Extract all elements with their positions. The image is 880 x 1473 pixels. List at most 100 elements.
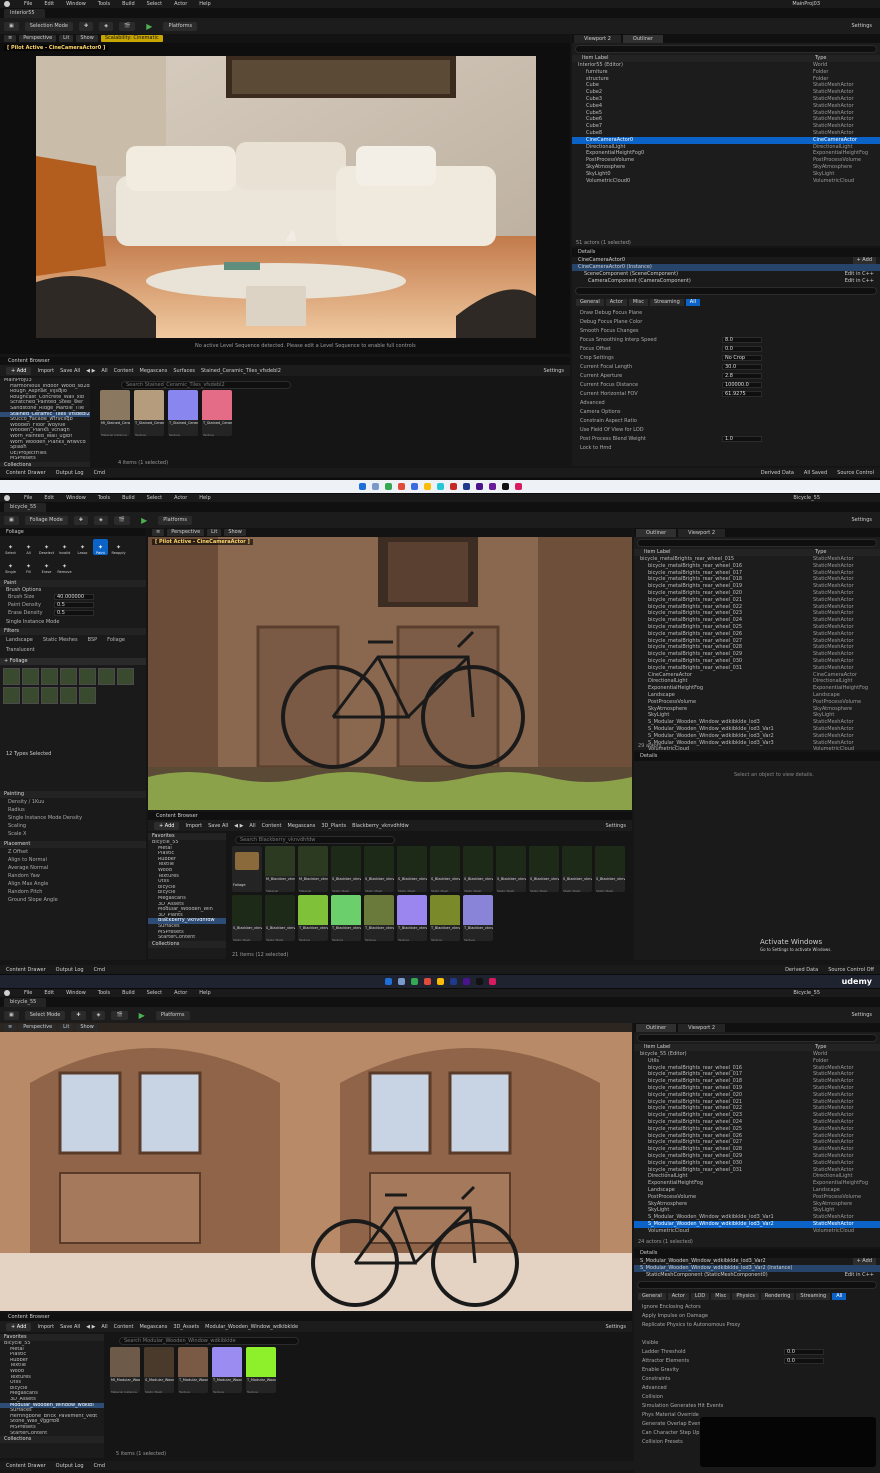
filter-streaming[interactable]: Streaming xyxy=(649,299,684,306)
menu-window[interactable]: Window xyxy=(66,495,86,501)
show-chip[interactable]: Show xyxy=(76,1024,98,1031)
perspective-chip[interactable]: Perspective xyxy=(19,1024,57,1031)
outliner-row[interactable]: VolumetricCloud VolumetricCloud xyxy=(634,1228,880,1235)
show-chip[interactable]: Show xyxy=(224,529,246,536)
outliner-row[interactable]: furniture Folder xyxy=(572,69,880,76)
outliner-row[interactable]: Cube8 StaticMeshActor xyxy=(572,130,880,137)
outliner-row[interactable]: S_Modular_Wooden_Window_wdkibklde_lod3 St… xyxy=(634,719,880,726)
foliage-setting-row[interactable]: Z Offset xyxy=(0,848,146,856)
details-property-row[interactable] xyxy=(634,1329,880,1338)
chrome-icon[interactable] xyxy=(423,483,431,490)
outliner-row[interactable]: SkyLight0 SkyLight xyxy=(572,171,880,178)
asset-tile[interactable]: T_Stained_Ceramic_Til... Texture xyxy=(168,390,198,436)
viewport[interactable]: ≡ Perspective Lit Show xyxy=(0,1023,632,1311)
cinematics-icon[interactable]: 🎬 xyxy=(113,515,131,525)
menu-file[interactable]: File xyxy=(24,1,32,7)
app-icon[interactable] xyxy=(410,483,418,490)
all-saved-button[interactable]: All Saved xyxy=(804,470,827,476)
import-button[interactable]: Import xyxy=(37,1324,54,1330)
outliner-row[interactable]: ExponentialHeightFog0 ExponentialHeightFo… xyxy=(572,150,880,157)
asset-tile[interactable]: MI_Modular_Wooden... Material Instance xyxy=(110,1347,140,1393)
details-component-1[interactable]: SceneComponent (SceneComponent) Edit in C… xyxy=(572,271,880,278)
foliage-tool-button[interactable]: ✦ Paint xyxy=(93,539,108,555)
details-property-row[interactable]: Advanced xyxy=(572,398,880,407)
outliner-row[interactable]: bicycle_metalBrights_rear_wheel_023 Stati… xyxy=(634,1112,880,1119)
property-value-input[interactable]: 0.5 xyxy=(54,610,94,616)
filter-actor[interactable]: Actor xyxy=(605,299,627,306)
outliner-row[interactable]: bicycle_metalBrights_rear_wheel_031 Stati… xyxy=(634,665,880,672)
foliage-tool-button[interactable]: ✦ Erase xyxy=(39,558,54,574)
show-chip[interactable]: Show xyxy=(76,35,98,42)
outliner-row[interactable]: bicycle_metalBrights_rear_wheel_021 Stati… xyxy=(634,1099,880,1106)
asset-tile[interactable]: M_Blackber_vknvdhfdw... Material xyxy=(298,846,328,892)
actor-name-field[interactable]: S_Modular_Wooden_Window_wdkibklde_lod3_V… xyxy=(640,1258,766,1265)
details-property-row[interactable]: Current Focus Distance 100000.0 xyxy=(572,380,880,389)
scalability-chip[interactable]: Scalability: Cinematic xyxy=(100,35,163,42)
details-property-row[interactable]: Attractor Elements 0.0 xyxy=(634,1356,880,1365)
filter-checkbox[interactable]: Translucent xyxy=(6,647,35,653)
collections-section[interactable]: Collections xyxy=(0,461,90,467)
foliage-setting-row[interactable]: Scale X xyxy=(0,830,146,838)
menu-window[interactable]: Window xyxy=(66,1,86,7)
outliner-row[interactable]: DirectionalLight DirectionalLight xyxy=(634,678,880,685)
property-value-input[interactable]: 0.0 xyxy=(722,345,762,352)
outliner-row[interactable]: Interior55 (Editor) World xyxy=(572,62,880,69)
details-property-row[interactable]: Focus Offset 0.0 xyxy=(572,344,880,353)
app-icon[interactable] xyxy=(436,483,444,490)
photoshop-icon[interactable] xyxy=(449,978,457,985)
outliner-search-input[interactable] xyxy=(637,1034,877,1042)
placement-section[interactable]: Placement xyxy=(0,841,146,848)
details-property-row[interactable]: Replicate Physics to Autonomous Proxy xyxy=(634,1320,880,1329)
outliner-row[interactable]: ExponentialHeightFog ExponentialHeightFog xyxy=(634,685,880,692)
search-icon[interactable] xyxy=(397,978,405,985)
cmd-input[interactable]: Cmd xyxy=(94,470,106,476)
outliner-row[interactable]: bicycle_metalBrights_rear_wheel_025 Stati… xyxy=(634,624,880,631)
collections-section[interactable]: Collections xyxy=(0,1436,104,1444)
content-drawer-button[interactable]: Content Drawer xyxy=(6,1463,46,1469)
asset-tile[interactable]: S_Blackber_vknvdhfdw_V... Static Mesh xyxy=(529,846,559,892)
details-instance[interactable]: CineCameraActor0 (Instance) xyxy=(572,264,880,271)
filter-physics[interactable]: Physics xyxy=(732,1293,759,1300)
derived-data-button[interactable]: Derived Data xyxy=(761,470,794,476)
foliage-tool-button[interactable]: ✦ Invalid xyxy=(57,539,72,555)
viewport-menu-icon[interactable]: ≡ xyxy=(4,35,17,42)
asset-tile[interactable]: T_Blackber_vknvdhfdw... Texture xyxy=(364,895,394,941)
breadcrumb-folder[interactable]: Blackberry_vknvdhfdw xyxy=(352,823,409,829)
output-log-button[interactable]: Output Log xyxy=(56,967,84,973)
add-component-button[interactable]: + Add xyxy=(852,1258,876,1265)
play-icon[interactable]: ▶ xyxy=(136,516,152,525)
asset-tile[interactable]: T_Blackber_vknvdhfdw... Texture xyxy=(430,895,460,941)
output-log-button[interactable]: Output Log xyxy=(56,1463,84,1469)
details-property-row[interactable]: Draw Debug Focus Plane xyxy=(572,308,880,317)
filter-all[interactable]: All xyxy=(832,1293,847,1300)
outliner-row[interactable]: S_Modular_Wooden_Window_wdkibklde_lod3_V… xyxy=(634,733,880,740)
outliner-row[interactable]: bicycle_metalBrights_rear_wheel_028 Stati… xyxy=(634,644,880,651)
outliner-row[interactable]: S_Modular_Wooden_Window_wdkibklde_lod3_V… xyxy=(634,726,880,733)
property-value-input[interactable]: 30.0 xyxy=(722,363,762,370)
play-icon[interactable]: ▶ xyxy=(141,22,157,31)
outliner-row[interactable]: bicycle_metalBrights_rear_wheel_019 Stati… xyxy=(634,1085,880,1092)
property-value-input[interactable]: No Crop xyxy=(722,354,762,361)
foliage-type-thumb[interactable] xyxy=(117,668,134,685)
menu-tools[interactable]: Tools xyxy=(98,1,110,7)
details-property-row[interactable]: Constraints xyxy=(634,1374,880,1383)
viewport[interactable]: ≡ Perspective Lit Show [ Pilot Active - … xyxy=(148,528,632,810)
asset-tile[interactable]: S_Blackber_vknvdhfdw_V... Static Mesh xyxy=(331,846,361,892)
app-icon[interactable] xyxy=(423,978,431,985)
col-item-label[interactable]: Item Label xyxy=(644,549,670,556)
outliner-row[interactable]: bicycle_metalBrights_rear_wheel_028 Stati… xyxy=(634,1146,880,1153)
windows-start-icon[interactable] xyxy=(358,483,366,490)
outliner-row[interactable]: SkyLight SkyLight xyxy=(634,712,880,719)
details-instance[interactable]: S_Modular_Wooden_Window_wdkibklde_lod3_V… xyxy=(634,1265,880,1272)
details-property-row[interactable]: Focus Smoothing Interp Speed 8.0 xyxy=(572,335,880,344)
menu-actor[interactable]: Actor xyxy=(174,1,187,7)
add-actor-icon[interactable]: ✚ xyxy=(71,1010,86,1020)
actor-name-field[interactable]: CineCameraActor0 xyxy=(578,257,625,264)
search-icon[interactable] xyxy=(371,483,379,490)
derived-data-button[interactable]: Derived Data xyxy=(785,967,818,973)
outliner-row[interactable]: bicycle_metalBrights_rear_wheel_024 Stati… xyxy=(634,617,880,624)
asset-tile[interactable]: S_Blackber_vknvdhfdw_V... Static Mesh xyxy=(463,846,493,892)
add-button[interactable]: + Add xyxy=(154,821,180,830)
outliner-row[interactable]: bicycle_metalBrights_rear_wheel_021 Stati… xyxy=(634,597,880,604)
col-item-label[interactable]: Item Label xyxy=(582,55,608,62)
